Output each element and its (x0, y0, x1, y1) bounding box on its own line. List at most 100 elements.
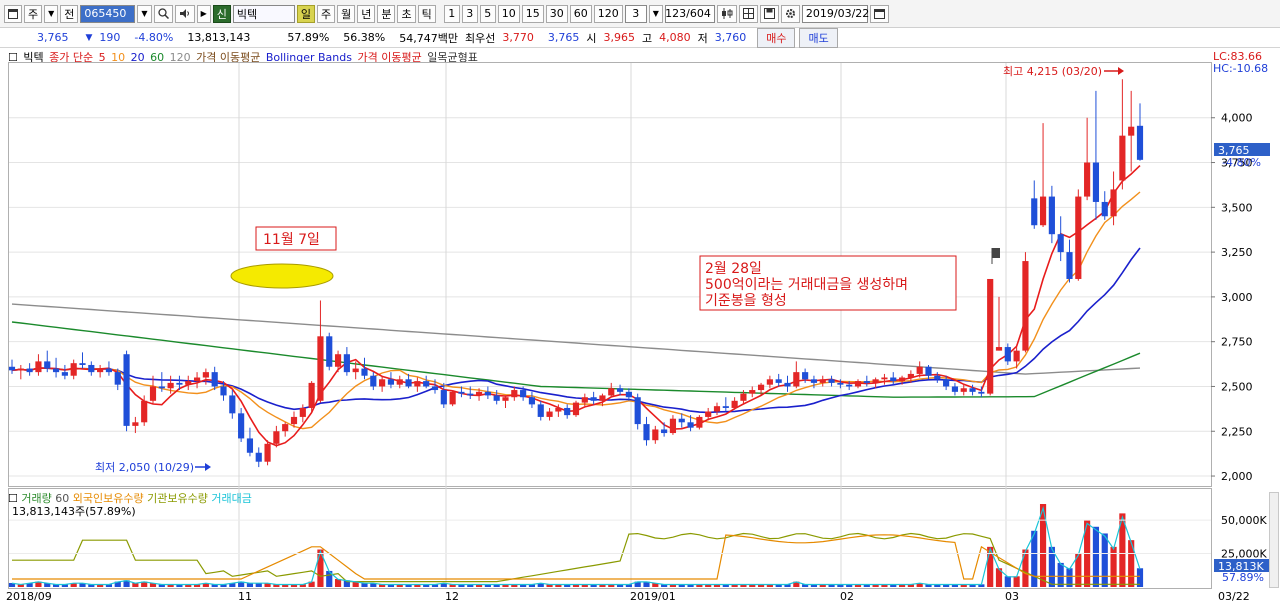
candle-down (220, 386, 227, 396)
candle-down (176, 382, 183, 385)
candle-down (343, 354, 350, 373)
candle-up (414, 381, 421, 387)
ma-long-line (11, 303, 1141, 375)
candle-down (361, 368, 368, 376)
candle-down (255, 452, 262, 462)
candle-down (810, 379, 818, 383)
candle-down (26, 368, 33, 373)
x-tick-label: 03/22 (1218, 590, 1250, 603)
price-tick-label: 2,500 (1221, 380, 1253, 393)
feb-label-line2: 500억이라는 거래대금을 생성하며 (705, 277, 908, 293)
price-tick-label: 4,000 (1221, 112, 1253, 125)
candle-up (881, 377, 888, 380)
candle-up (511, 390, 518, 398)
ma10-line (11, 191, 1141, 430)
candle-down (1048, 196, 1055, 235)
stock-chart[interactable]: 4,0003,7503,5003,2503,0002,7502,5002,250… (0, 0, 1280, 611)
price-tick-label: 3,250 (1221, 246, 1253, 259)
candle-down (1031, 198, 1038, 226)
candle-down (934, 375, 941, 380)
candle-up (599, 395, 606, 401)
candle-down (88, 364, 95, 373)
candle-up (35, 361, 42, 373)
candle-down (238, 413, 245, 439)
candle-down (370, 375, 377, 387)
candle-up (907, 373, 914, 378)
candle-up (502, 397, 509, 401)
candle-up (1039, 196, 1047, 226)
vol-legend-inst: 기관보유수량 (147, 492, 208, 505)
foreign-line (12, 534, 1140, 580)
candle-up (731, 400, 738, 408)
candle-down (828, 379, 835, 383)
candle-down (1066, 252, 1073, 279)
volume-axis-ticks: 50,000K 25,000K (9, 514, 1267, 561)
candle-up (749, 390, 756, 394)
candle-down (158, 386, 165, 389)
candles (8, 79, 1144, 468)
candle-up (696, 416, 703, 428)
candle-down (431, 386, 439, 391)
candle-up (308, 382, 315, 408)
low-note: 최저 2,050 (10/29) (95, 461, 194, 474)
candle-down (467, 393, 474, 396)
right-arrow-icon (195, 463, 211, 471)
candle-up (149, 386, 157, 401)
candle-down (643, 424, 650, 441)
candle-up (757, 384, 765, 391)
candle-down (493, 395, 500, 401)
candle-up (555, 407, 562, 412)
candle-up (581, 397, 588, 403)
candle-down (969, 388, 976, 392)
gridlines (9, 63, 1211, 588)
x-tick-label: 2018/09 (6, 590, 52, 603)
candle-down (537, 404, 544, 417)
candle-up (449, 391, 456, 405)
candle-down (246, 438, 254, 453)
candle-up (1013, 350, 1020, 362)
candle-up (141, 400, 148, 423)
candle-up (132, 422, 139, 426)
volume-scrollbar[interactable] (1269, 492, 1279, 588)
candle-up (793, 372, 800, 387)
candle-up (17, 368, 24, 371)
x-tick-label: 03 (1005, 590, 1019, 603)
volume-tick-label: 25,000K (1221, 548, 1267, 561)
candle-up (1128, 126, 1135, 136)
ma60-line (11, 321, 1141, 398)
candle-down (678, 418, 685, 423)
volume-bar (1101, 533, 1108, 587)
candle-down (722, 406, 729, 408)
candle-up (572, 402, 580, 416)
candle-up (1119, 135, 1126, 181)
candle-up (282, 424, 289, 432)
candle-down (846, 384, 853, 387)
candle-down (458, 391, 465, 394)
candle-up (766, 379, 773, 385)
x-tick-label: 11 (238, 590, 252, 603)
candle-up (475, 391, 483, 396)
candle-up (546, 411, 553, 417)
candle-up (202, 372, 209, 378)
candle-down (1136, 125, 1144, 160)
candle-down (863, 381, 870, 383)
candle-down (79, 363, 86, 365)
candle-up (1075, 196, 1082, 279)
candle-down (775, 379, 782, 383)
candle-up (1022, 261, 1029, 351)
candle-up (167, 382, 174, 389)
candle-down (326, 336, 333, 367)
x-tick-label: 2019/01 (630, 590, 676, 603)
price-tick-label: 2,000 (1221, 470, 1253, 483)
candle-down (978, 391, 985, 394)
candle-up (299, 407, 306, 417)
candle-up (898, 377, 906, 382)
candle-down (625, 391, 632, 398)
candle-down (661, 429, 668, 434)
candle-down (951, 386, 959, 392)
candle-down (564, 407, 571, 416)
candle-down (943, 379, 950, 387)
feb-label-line3: 기준봉을 형성 (705, 293, 787, 309)
hc-label: HC:-10.68 (1213, 62, 1268, 75)
current-volume-pct: 57.89% (1222, 571, 1264, 584)
